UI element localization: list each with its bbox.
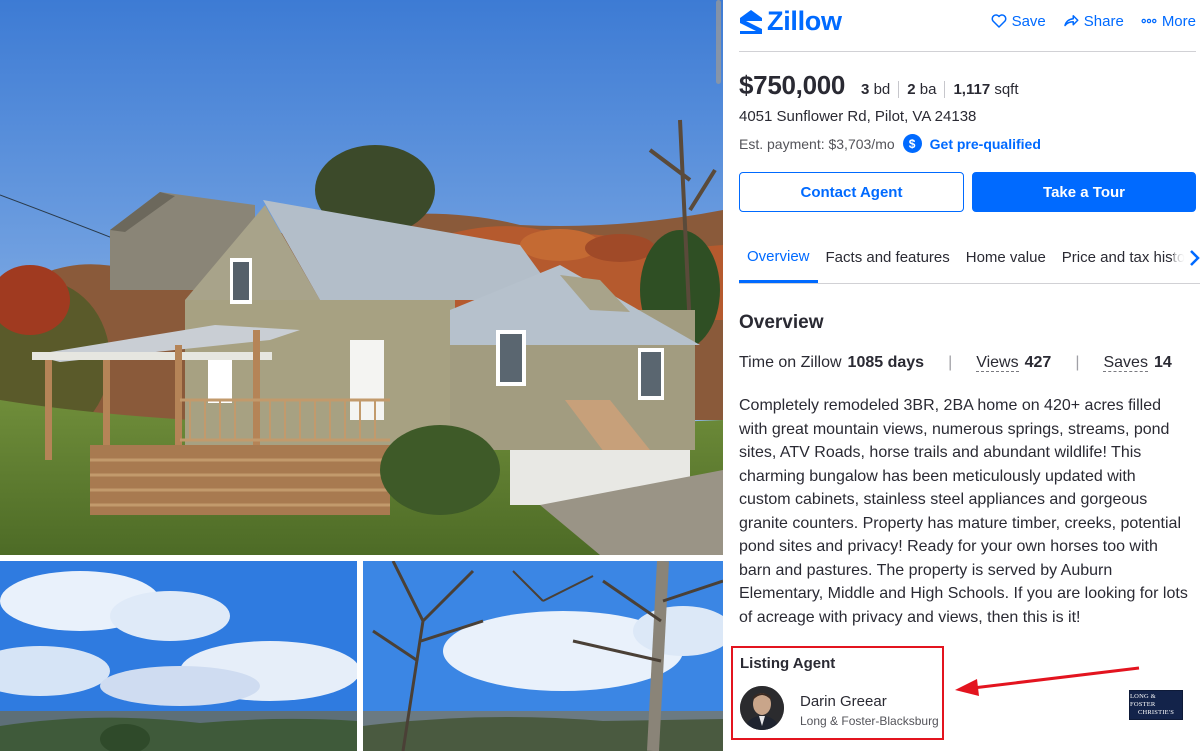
est-payment-text: Est. payment: $3,703/mo xyxy=(739,135,895,152)
zillow-house-icon xyxy=(740,9,762,34)
listing-address: 4051 Sunflower Rd, Pilot, VA 24138 xyxy=(739,108,977,125)
overview-heading: Overview xyxy=(739,312,824,333)
zillow-logo[interactable]: Zillow xyxy=(739,6,842,37)
chevron-right-icon xyxy=(1190,249,1200,266)
brokerage-logo: LONG & FOSTER CHRISTIE'S xyxy=(1129,690,1183,720)
sqft-fact: 1,117 sqft xyxy=(944,81,1026,98)
get-prequalified-link[interactable]: Get pre-qualified xyxy=(930,136,1041,152)
time-on-zillow-value: 1085 days xyxy=(847,354,925,371)
mountain-view-photo[interactable] xyxy=(0,561,357,751)
header-actions: Save Share More xyxy=(990,12,1196,30)
save-button[interactable]: Save xyxy=(990,12,1046,30)
baths-value: 2 xyxy=(907,81,916,98)
views-label: Views xyxy=(976,354,1019,372)
beds-value: 3 xyxy=(861,81,870,98)
red-annotation-arrow xyxy=(955,666,1140,696)
beds-fact: 3 bd xyxy=(861,81,898,98)
share-icon xyxy=(1064,15,1079,27)
tab-home-value[interactable]: Home value xyxy=(958,232,1054,283)
more-button[interactable]: More xyxy=(1140,12,1196,30)
share-button[interactable]: Share xyxy=(1062,12,1124,30)
saves-stat[interactable]: Saves 14 xyxy=(1103,354,1172,372)
saves-value: 14 xyxy=(1153,354,1172,371)
listing-description: Completely remodeled 3BR, 2BA home on 42… xyxy=(739,397,1188,626)
more-label: More xyxy=(1161,12,1196,30)
tab-facts-and-features[interactable]: Facts and features xyxy=(818,232,958,283)
listing-stats: Time on Zillow 1085 days | Views 427 | Sav… xyxy=(739,354,1179,372)
top-bar: Zillow Save Share More xyxy=(739,0,1196,52)
tab-overview[interactable]: Overview xyxy=(739,232,818,283)
views-value: 427 xyxy=(1024,354,1052,371)
brokerage-logo-line-1: LONG & FOSTER xyxy=(1130,693,1156,708)
listing-price: $750,000 xyxy=(739,70,846,100)
listing-agent-highlight: Listing Agent Darin Greear Long & Foster… xyxy=(731,646,944,740)
share-label: Share xyxy=(1083,12,1124,30)
heart-icon xyxy=(991,14,1007,28)
listing-agent-heading: Listing Agent xyxy=(740,655,836,672)
agent-avatar[interactable] xyxy=(740,686,784,730)
stat-divider: | xyxy=(1075,354,1080,371)
sqft-value: 1,117 xyxy=(953,81,991,98)
agent-name[interactable]: Darin Greear xyxy=(800,693,887,710)
baths-fact[interactable]: 2 ba xyxy=(898,81,944,98)
save-label: Save xyxy=(1011,12,1046,30)
main-house-photo[interactable] xyxy=(0,0,723,555)
more-dots-icon xyxy=(1141,18,1157,24)
agent-brokerage: Long & Foster-Blacksburg xyxy=(800,714,939,728)
time-on-zillow-stat: Time on Zillow 1085 days xyxy=(739,354,924,372)
bare-trees-view-photo[interactable] xyxy=(363,561,723,751)
baths-unit: ba xyxy=(919,81,937,98)
contact-agent-button[interactable]: Contact Agent xyxy=(739,172,964,212)
listing-details-panel: Zillow Save Share More $750,000 3 bd 2 b… xyxy=(723,0,1200,751)
stat-divider: | xyxy=(948,354,953,371)
photo-gallery xyxy=(0,0,723,751)
time-on-zillow-label: Time on Zillow xyxy=(739,354,842,371)
sqft-unit: sqft xyxy=(994,81,1019,98)
bed-bath-sqft: 3 bd 2 ba 1,117 sqft xyxy=(861,81,1026,98)
views-stat[interactable]: Views 427 xyxy=(976,354,1051,372)
gallery-scrollbar[interactable] xyxy=(716,0,721,84)
saves-label: Saves xyxy=(1103,354,1148,372)
price-summary: $750,000 3 bd 2 ba 1,117 sqft xyxy=(739,70,1027,101)
dollar-icon: $ xyxy=(902,134,922,153)
take-a-tour-button[interactable]: Take a Tour xyxy=(972,172,1196,212)
beds-unit: bd xyxy=(873,81,891,98)
estimated-payment-row: Est. payment: $3,703/mo $ Get pre-qualif… xyxy=(739,134,1041,153)
brokerage-logo-line-2: CHRISTIE'S xyxy=(1137,709,1175,716)
section-tabs: Overview Facts and features Home value P… xyxy=(739,232,1200,284)
zillow-logo-text: Zillow xyxy=(767,6,842,36)
tabs-scroll-right-button[interactable] xyxy=(1174,232,1200,283)
